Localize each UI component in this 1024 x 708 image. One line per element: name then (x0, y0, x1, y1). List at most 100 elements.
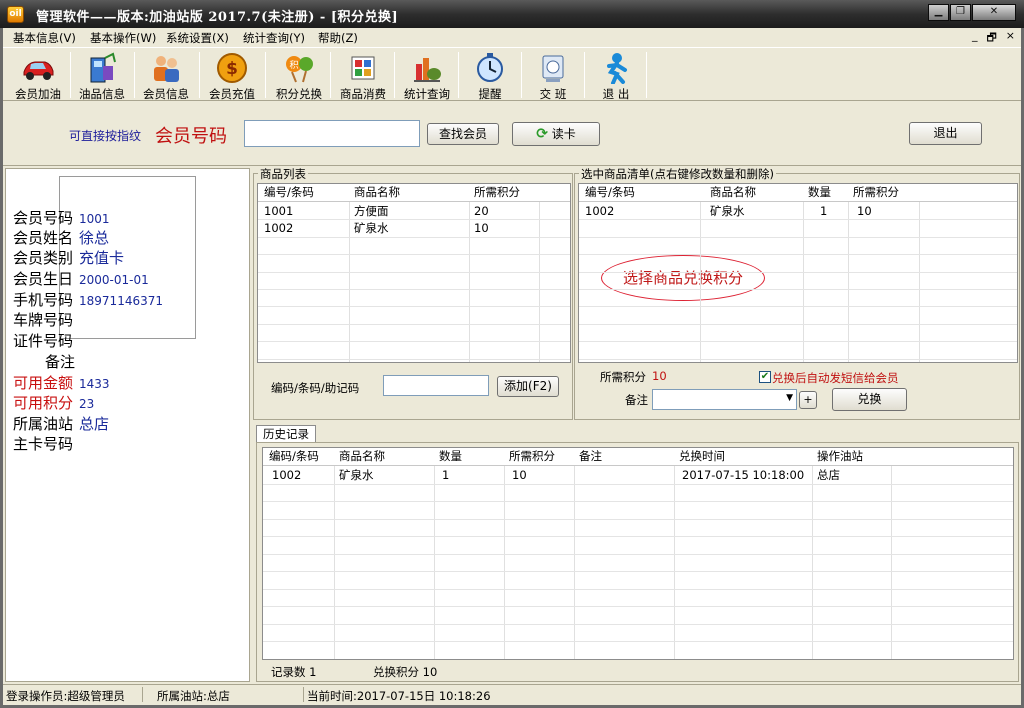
find-member-button[interactable]: 查找会员 (427, 123, 499, 145)
grid-column-divider (848, 184, 849, 362)
exit-app-button[interactable]: 退 出 (586, 50, 646, 101)
table-cell[interactable]: 1 (436, 467, 449, 484)
grid-row-divider (263, 623, 1013, 625)
add-product-button[interactable]: 添加(F2) (497, 376, 559, 397)
member-recharge-button[interactable]: $ 会员充值 (202, 50, 262, 101)
member-info-button[interactable]: 会员信息 (136, 50, 196, 101)
tab-history[interactable]: 历史记录 (256, 425, 316, 442)
grid-row-divider (258, 306, 570, 308)
member-no-label: 会员号码 (155, 126, 227, 147)
column-header[interactable]: 所需积分 (850, 184, 899, 201)
menu-basic-ops[interactable]: 基本操作(W) (90, 30, 156, 46)
fuel-icon (90, 52, 116, 83)
grid-row-divider (579, 323, 1017, 325)
table-cell[interactable]: 方便面 (351, 203, 389, 220)
grid-row-divider (579, 236, 1017, 238)
table-cell[interactable]: 2017-07-15 10:18:00 (676, 467, 804, 484)
column-header[interactable]: 商品名称 (336, 448, 385, 465)
member-field-row: 会员号码 1001 (13, 207, 110, 227)
grid-row-divider (258, 341, 570, 343)
mdi-minimize-icon[interactable]: _ (972, 29, 978, 48)
fuel-info-button[interactable]: 油品信息 (72, 50, 132, 101)
product-table[interactable]: 编号/条码 商品名称 所需积分 1001 方便面 20 1002 矿泉水 10 (257, 183, 571, 363)
toolbar-label: 会员充值 (209, 87, 255, 101)
mdi-close-icon[interactable]: × (1006, 29, 1015, 48)
goods-consume-button[interactable]: 商品消费 (333, 50, 393, 101)
restore-icon[interactable]: ❐ (950, 4, 971, 21)
menu-help[interactable]: 帮助(Z) (318, 30, 358, 46)
record-count: 记录数 1 (271, 665, 317, 679)
reminder-button[interactable]: 提醒 (460, 50, 520, 101)
points-redeem-button[interactable]: 积 积分兑换 (269, 50, 329, 101)
table-cell[interactable]: 总店 (814, 467, 840, 484)
grid-row-divider (263, 501, 1013, 502)
member-field-label: 手机号码 (13, 291, 74, 309)
menu-stats[interactable]: 统计查询(Y) (243, 30, 305, 46)
member-no-input[interactable] (244, 120, 420, 147)
handover-button[interactable]: 交 班 (523, 50, 583, 101)
table-cell[interactable]: 矿泉水 (336, 467, 374, 484)
grid-row-divider (263, 588, 1013, 590)
member-field-row: 证件号码 (13, 330, 79, 350)
main-window: 基本信息(V) 基本操作(W) 系统设置(X) 统计查询(Y) 帮助(Z) _ … (3, 28, 1021, 705)
status-station: 所属油站:总店 (157, 689, 230, 703)
grid-row-divider (258, 323, 570, 325)
column-header[interactable]: 商品名称 (702, 184, 756, 201)
mdi-restore-icon[interactable]: 🗗 (986, 29, 996, 48)
column-header[interactable]: 备注 (576, 448, 602, 465)
column-header[interactable]: 编号/条码 (582, 184, 635, 201)
menu-settings[interactable]: 系统设置(X) (166, 30, 229, 46)
column-header[interactable]: 兑换时间 (676, 448, 725, 465)
column-header[interactable]: 数量 (805, 184, 831, 201)
table-cell[interactable]: 1002 (261, 220, 293, 237)
member-info-panel: 会员号码 1001 会员姓名 徐总 会员类别 充值卡 会员生日 2000-01-01 手机号码 1… (5, 168, 250, 682)
grid-row-divider (258, 271, 570, 273)
column-header[interactable]: 操作油站 (814, 448, 863, 465)
table-cell[interactable]: 1 (805, 203, 827, 220)
table-cell[interactable]: 1002 (266, 467, 301, 484)
selected-table[interactable]: 选择商品兑换积分 编号/条码 商品名称 数量 所需积分 1002 矿泉水 1 10 (578, 183, 1018, 363)
grid-row-divider (263, 536, 1013, 537)
exit-button[interactable]: 退出 (909, 122, 982, 145)
table-cell[interactable]: 矿泉水 (351, 220, 389, 237)
member-field-row: 所属油站 总店 (13, 413, 109, 433)
table-cell[interactable]: 1001 (261, 203, 293, 220)
column-header[interactable]: 编码/条码 (266, 448, 319, 465)
table-cell[interactable]: 1002 (582, 203, 614, 220)
product-list-title: 商品列表 (258, 166, 308, 182)
column-header[interactable]: 数量 (436, 448, 462, 465)
table-cell[interactable] (576, 467, 579, 484)
menu-basic-info[interactable]: 基本信息(V) (13, 30, 76, 46)
add-remark-button[interactable]: + (799, 391, 817, 409)
history-table[interactable]: 编码/条码 商品名称 数量 所需积分 备注 兑换时间 操作油站 1002 矿泉水 1 10 2017-… (262, 447, 1014, 660)
status-operator: 登录操作员:超级管理员 (6, 689, 125, 703)
table-cell[interactable]: 10 (850, 203, 872, 220)
code-search-input[interactable] (383, 375, 489, 396)
column-header[interactable]: 所需积分 (471, 184, 520, 201)
sms-checkbox[interactable]: ✔ (759, 371, 771, 383)
toolbar-label: 油品信息 (79, 87, 125, 101)
toolbar-label: 提醒 (478, 87, 502, 101)
read-card-button[interactable]: ⟳ 读卡 (512, 122, 600, 146)
product-list-group: 商品列表 编号/条码 商品名称 所需积分 1001 方便面 20 1002 矿泉水 10 编码/… (253, 166, 573, 420)
table-cell[interactable]: 10 (471, 220, 489, 237)
member-refuel-button[interactable]: 会员加油 (8, 50, 68, 101)
grid-row-divider (258, 289, 570, 290)
table-cell[interactable]: 矿泉水 (702, 203, 745, 220)
redeem-button[interactable]: 兑换 (832, 388, 907, 411)
points-label: 所需积分 (600, 370, 646, 384)
remark-select[interactable]: ▼ (652, 389, 797, 410)
handover-icon (542, 55, 564, 82)
column-header[interactable]: 商品名称 (351, 184, 400, 201)
grid-row-divider (263, 658, 1013, 659)
close-icon[interactable]: ✕ (972, 4, 1016, 21)
read-card-label: 读卡 (551, 127, 576, 141)
statistics-button[interactable]: 统计查询 (397, 50, 457, 101)
table-cell[interactable]: 20 (471, 203, 489, 220)
column-header[interactable]: 所需积分 (506, 448, 555, 465)
minimize-icon[interactable]: ▁ (928, 4, 949, 21)
column-header[interactable]: 编号/条码 (261, 184, 314, 201)
member-field-label: 备注 (45, 353, 76, 371)
member-field-label: 可用金额 (13, 374, 74, 392)
table-cell[interactable]: 10 (506, 467, 527, 484)
